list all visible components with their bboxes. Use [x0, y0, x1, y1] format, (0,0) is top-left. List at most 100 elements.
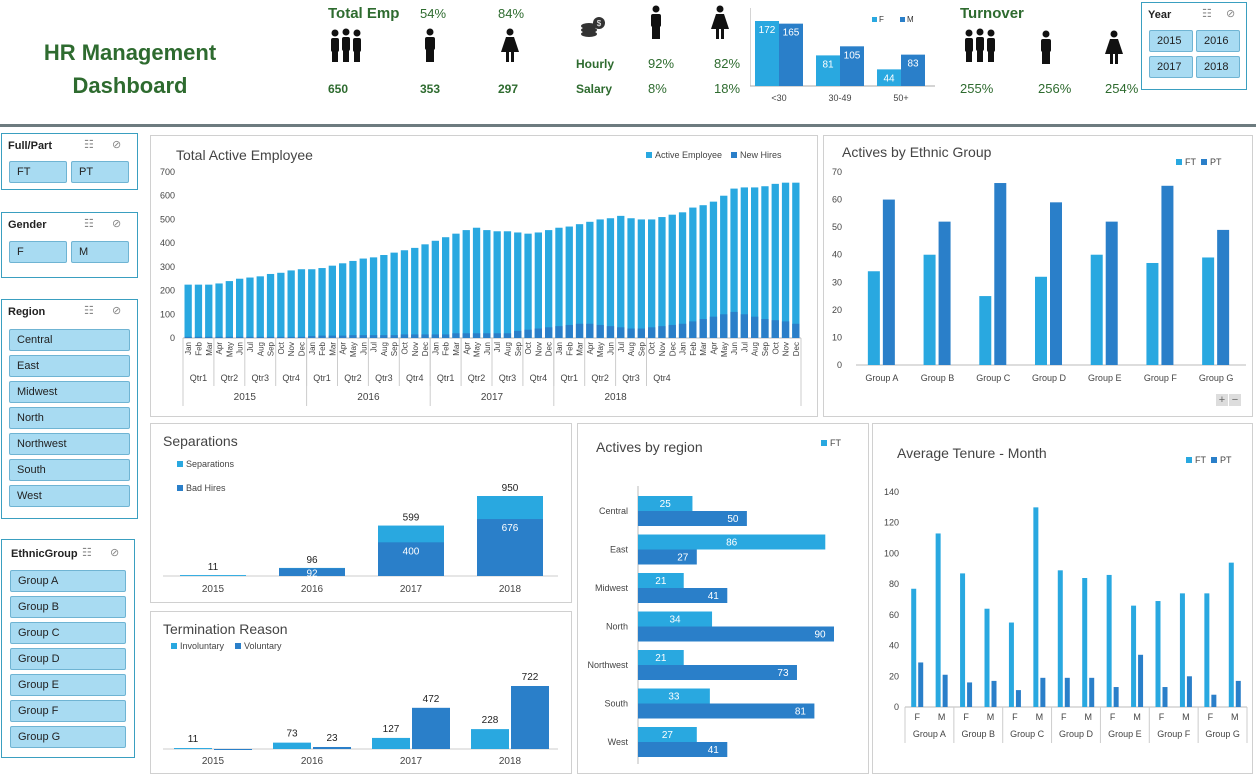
ethnic-group-d-button[interactable]: Group D	[10, 648, 126, 670]
collapse-button[interactable]: −	[1229, 394, 1241, 406]
active-bar	[369, 257, 378, 338]
ft-bar	[935, 533, 941, 707]
month-label: Jul	[617, 342, 626, 352]
region-south-button[interactable]: South	[9, 459, 130, 481]
y-tick-label: 300	[160, 262, 175, 272]
quarter-label: Qtr3	[251, 373, 269, 383]
category-label: Group D	[1059, 729, 1094, 739]
y-tick-label: 200	[160, 286, 175, 296]
active-bar	[627, 218, 635, 338]
ft-label: 86	[726, 538, 738, 549]
newhire-bar	[689, 321, 697, 338]
category-label: Northwest	[587, 660, 628, 670]
separations-bar	[180, 575, 246, 576]
pt-bar	[1040, 677, 1046, 707]
region-central-button[interactable]: Central	[9, 329, 130, 351]
ethnic-panel: Actives by Ethnic Group FT PT 0 10 20 30 40 5…	[823, 135, 1253, 417]
ft-bar	[1033, 507, 1039, 707]
involuntary-bar	[372, 737, 410, 749]
newhire-bar	[545, 327, 553, 338]
year-2016-button[interactable]: 2016	[1196, 30, 1240, 52]
female-pct: 84%	[498, 6, 525, 21]
month-label: Feb	[565, 341, 574, 355]
age-legend-m: M	[907, 15, 914, 24]
newhire-bar	[452, 333, 460, 338]
y-tick-label: 140	[884, 487, 899, 497]
region-west-button[interactable]: West	[9, 485, 130, 507]
month-label: Feb	[318, 341, 327, 355]
gender-f-button[interactable]: F	[9, 241, 67, 263]
month-label: Apr	[709, 342, 718, 355]
age-label-f: 172	[759, 25, 776, 36]
newhire-bar	[328, 335, 336, 338]
year-label: 2018	[604, 392, 627, 403]
multi-select-icon[interactable]: ☷	[84, 217, 94, 230]
year-2017-button[interactable]: 2017	[1149, 56, 1193, 78]
category-label: 2018	[499, 584, 522, 595]
fullpart-ft-button[interactable]: FT	[9, 161, 67, 183]
ethnic-group-g-button[interactable]: Group G	[10, 726, 126, 748]
active-bar	[761, 186, 769, 338]
year-2018-button[interactable]: 2018	[1196, 56, 1240, 78]
category-label: Group F	[1157, 729, 1191, 739]
month-label: Aug	[503, 342, 512, 356]
ethnic-group-e-button[interactable]: Group E	[10, 674, 126, 696]
month-label: Jan	[308, 342, 317, 355]
newhire-bar	[503, 333, 512, 338]
active-bar	[194, 284, 203, 338]
y-tick-label: 40	[889, 641, 899, 651]
y-tick-label: 600	[160, 191, 175, 201]
separations-label: 96	[306, 555, 318, 566]
gender-label: M	[1084, 712, 1092, 722]
newhire-bar	[596, 324, 604, 338]
ethnic-group-c-button[interactable]: Group C	[10, 622, 126, 644]
month-label: Jul	[370, 342, 379, 352]
ethnic-group-f-button[interactable]: Group F	[10, 700, 126, 722]
ethnic-group-b-button[interactable]: Group B	[10, 596, 126, 618]
pt-bar	[638, 665, 797, 680]
active-bar	[349, 260, 357, 338]
male-icon	[425, 28, 435, 62]
multi-select-icon[interactable]: ☷	[82, 546, 92, 559]
active-bar	[431, 240, 439, 338]
category-label: 2016	[301, 756, 324, 767]
expand-button[interactable]: +	[1216, 394, 1228, 406]
multi-select-icon[interactable]: ☷	[84, 138, 94, 151]
fullpart-pt-button[interactable]: PT	[71, 161, 129, 183]
female-icon	[501, 28, 519, 62]
age-group-chart: F M 172 165 <30 81 105 30-49 44 83 50+	[750, 8, 935, 103]
clear-filter-icon[interactable]: ⊘	[112, 138, 121, 151]
active-bar	[617, 215, 625, 338]
active-bar	[658, 217, 666, 338]
multi-select-icon[interactable]: ☷	[1202, 7, 1212, 20]
multi-select-icon[interactable]: ☷	[84, 304, 94, 317]
quarter-label: Qtr2	[344, 373, 362, 383]
region-north-button[interactable]: North	[9, 407, 130, 429]
clear-filter-icon[interactable]: ⊘	[112, 304, 121, 317]
region-midwest-button[interactable]: Midwest	[9, 381, 130, 403]
month-label: Nov	[658, 342, 667, 356]
clear-filter-icon[interactable]: ⊘	[1226, 7, 1235, 20]
ethnic-group-a-button[interactable]: Group A	[10, 570, 126, 592]
y-tick-label: 20	[889, 671, 899, 681]
clear-filter-icon[interactable]: ⊘	[110, 546, 119, 559]
ft-label: 21	[655, 576, 667, 587]
gender-m-button[interactable]: M	[71, 241, 129, 263]
region-east-button[interactable]: East	[9, 355, 130, 377]
newhire-bar	[575, 323, 584, 338]
month-label: Feb	[194, 341, 203, 355]
region-northwest-button[interactable]: Northwest	[9, 433, 130, 455]
y-tick-label: 30	[832, 277, 842, 287]
month-label: Oct	[400, 341, 409, 354]
category-label: Group C	[1010, 729, 1045, 739]
badhires-label: 400	[403, 546, 420, 557]
clear-filter-icon[interactable]: ⊘	[112, 217, 121, 230]
active-bar	[637, 219, 645, 338]
pt-bar	[638, 626, 834, 642]
total-active-panel: Total Active Employee Active Employee Ne…	[150, 135, 818, 417]
salary-label: Salary	[576, 82, 613, 96]
year-2015-button[interactable]: 2015	[1149, 30, 1193, 52]
month-label: Dec	[792, 342, 801, 356]
newhire-bar	[781, 321, 790, 338]
gender-label: F	[1012, 712, 1018, 722]
